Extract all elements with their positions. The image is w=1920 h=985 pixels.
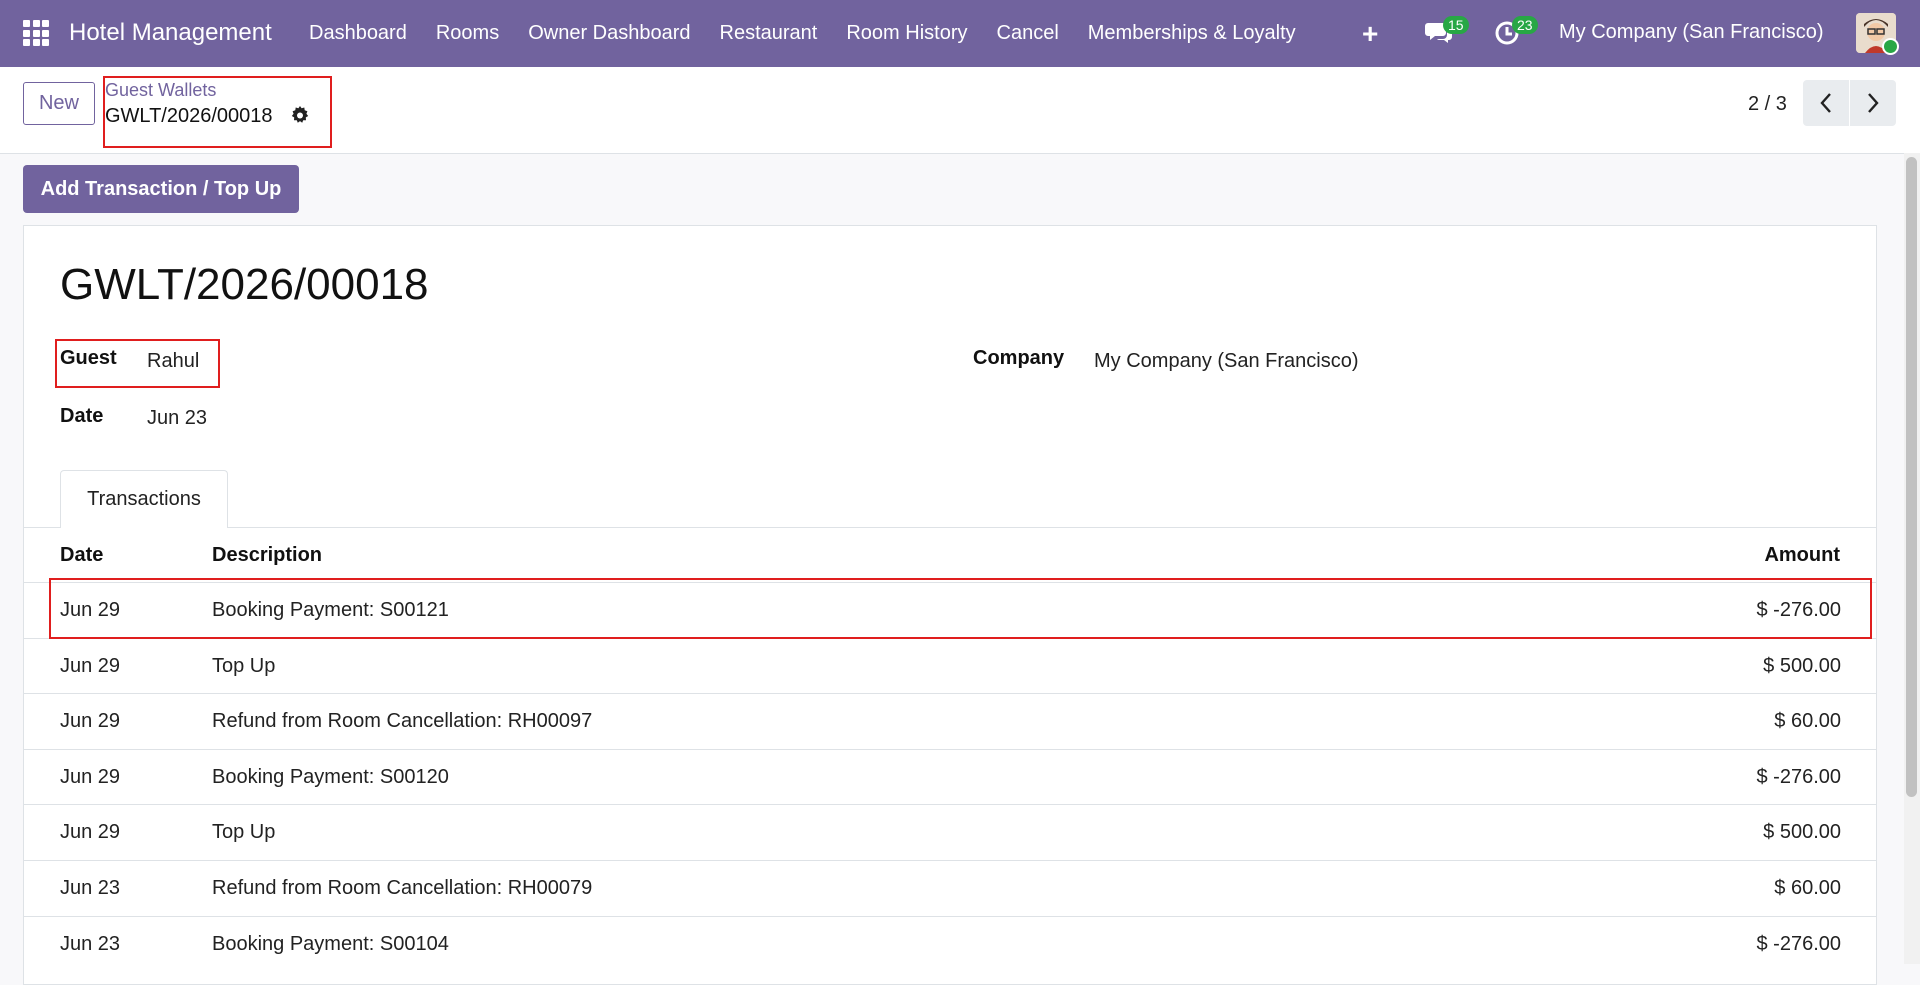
record-title: GWLT/2026/00018: [60, 260, 429, 309]
new-button[interactable]: New: [23, 82, 95, 125]
tab-transactions[interactable]: Transactions: [60, 470, 228, 528]
guest-field[interactable]: Rahul: [147, 350, 199, 373]
row-amount: $ 500.00: [1763, 655, 1841, 677]
row-description: Refund from Room Cancellation: RH00097: [212, 710, 593, 732]
messages-count-badge: 15: [1443, 16, 1469, 34]
table-row[interactable]: Jun 29 Booking Payment: S00120 $ -276.00: [24, 749, 1876, 805]
row-amount: $ 60.00: [1774, 877, 1841, 899]
control-panel: [0, 67, 1920, 154]
date-label: Date: [60, 405, 104, 427]
top-navbar: Hotel Management Dashboard Rooms Owner D…: [0, 0, 1920, 67]
company-field[interactable]: My Company (San Francisco): [1094, 350, 1359, 373]
menu-item-memberships-loyalty[interactable]: Memberships & Loyalty: [1088, 22, 1296, 45]
breadcrumb-current-record: GWLT/2026/00018: [105, 105, 273, 127]
plus-icon[interactable]: +: [1362, 18, 1378, 50]
activities-count-badge: 23: [1512, 16, 1538, 34]
menu-item-owner-dashboard[interactable]: Owner Dashboard: [528, 22, 690, 45]
row-description: Booking Payment: S00121: [212, 599, 449, 621]
company-switcher[interactable]: My Company (San Francisco): [1559, 21, 1824, 44]
row-amount: $ -276.00: [1756, 599, 1841, 621]
activities-button[interactable]: 23: [1494, 16, 1538, 51]
menu-item-restaurant[interactable]: Restaurant: [720, 22, 818, 45]
table-row[interactable]: Jun 29 Top Up $ 500.00: [24, 638, 1876, 694]
menu-item-dashboard[interactable]: Dashboard: [309, 22, 407, 45]
breadcrumb-guest-wallets[interactable]: Guest Wallets: [105, 80, 216, 101]
row-date: Jun 29: [60, 599, 121, 621]
table-row[interactable]: Jun 29 Refund from Room Cancellation: RH…: [24, 693, 1876, 749]
row-date: Jun 23: [60, 877, 121, 899]
app-title[interactable]: Hotel Management: [69, 19, 272, 47]
pager-value[interactable]: 2 / 3: [1748, 93, 1787, 116]
gear-icon[interactable]: [290, 105, 310, 130]
row-date: Jun 23: [60, 933, 121, 955]
row-description: Booking Payment: S00120: [212, 766, 449, 788]
row-date: Jun 29: [60, 655, 121, 677]
add-transaction-topup-button[interactable]: Add Transaction / Top Up: [23, 165, 299, 213]
apps-grid-icon[interactable]: [23, 20, 49, 46]
row-date: Jun 29: [60, 766, 121, 788]
row-date: Jun 29: [60, 821, 121, 843]
company-label: Company: [973, 347, 1065, 369]
chevron-right-icon: [1868, 93, 1879, 113]
row-description: Top Up: [212, 821, 276, 843]
tab-divider: [24, 527, 1876, 528]
main-menu: Dashboard Rooms Owner Dashboard Restaura…: [309, 0, 1325, 67]
guest-label: Guest: [60, 347, 117, 369]
row-amount: $ 60.00: [1774, 710, 1841, 732]
table-row[interactable]: Jun 29 Top Up $ 500.00: [24, 804, 1876, 860]
row-description: Top Up: [212, 655, 276, 677]
date-field[interactable]: Jun 23: [147, 407, 207, 430]
row-amount: $ -276.00: [1756, 766, 1841, 788]
table-row[interactable]: Jun 29 Booking Payment: S00121 $ -276.00: [24, 582, 1876, 638]
online-status-dot: [1882, 38, 1899, 55]
column-header-date[interactable]: Date: [60, 544, 103, 567]
pager-previous-button[interactable]: [1803, 80, 1849, 126]
column-header-amount[interactable]: Amount: [1764, 544, 1840, 567]
table-row[interactable]: Jun 23 Refund from Room Cancellation: RH…: [24, 860, 1876, 916]
row-date: Jun 29: [60, 710, 121, 732]
chevron-left-icon: [1820, 93, 1831, 113]
menu-item-cancel[interactable]: Cancel: [997, 22, 1059, 45]
column-header-description[interactable]: Description: [212, 544, 322, 567]
pager-next-button[interactable]: [1850, 80, 1896, 126]
menu-item-rooms[interactable]: Rooms: [436, 22, 499, 45]
scrollbar-thumb[interactable]: [1906, 157, 1917, 797]
menu-item-room-history[interactable]: Room History: [846, 22, 967, 45]
row-amount: $ -276.00: [1756, 933, 1841, 955]
messages-button[interactable]: 15: [1425, 16, 1469, 51]
row-amount: $ 500.00: [1763, 821, 1841, 843]
row-description: Booking Payment: S00104: [212, 933, 449, 955]
row-description: Refund from Room Cancellation: RH00079: [212, 877, 593, 899]
